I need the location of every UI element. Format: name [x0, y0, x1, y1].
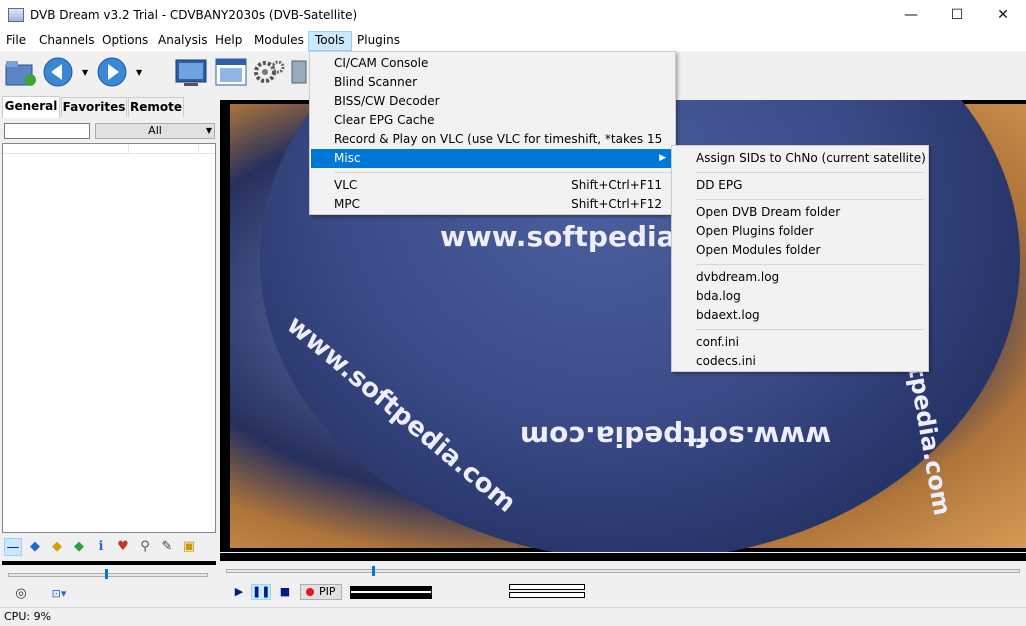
column-header[interactable] — [129, 144, 199, 154]
note-icon[interactable]: ▣ — [180, 538, 198, 556]
diamond-yellow-icon[interactable]: ◆ — [48, 538, 66, 556]
menu-channels[interactable]: Channels — [33, 31, 101, 51]
menu-item-clear-epg-cache[interactable]: Clear EPG Cache — [311, 111, 674, 130]
window-icon[interactable] — [214, 55, 248, 89]
timeline-slider-thumb[interactable] — [372, 566, 375, 576]
menu-item-dvbdream-log[interactable]: dvbdream.log — [673, 268, 927, 287]
menu-item-ci-cam-console[interactable]: CI/CAM Console — [311, 54, 674, 73]
stop-icon[interactable]: ■ — [275, 584, 295, 600]
tool-icon[interactable] — [290, 55, 308, 89]
edit-icon[interactable]: ✎ — [158, 538, 176, 556]
volume-slider-thumb[interactable] — [105, 569, 108, 579]
menu-item-bdaext-log[interactable]: bdaext.log — [673, 306, 927, 325]
video-seekbar[interactable] — [220, 553, 1026, 561]
menu-separator — [696, 329, 924, 330]
menu-item-biss-decoder[interactable]: BISS/CW Decoder — [311, 92, 674, 111]
menu-tools[interactable]: Tools — [308, 31, 352, 51]
open-channels-icon[interactable] — [4, 55, 38, 89]
diamond-blue-icon[interactable]: ◆ — [26, 538, 44, 556]
menu-item-record-play-vlc[interactable]: Record & Play on VLC (use VLC for timesh… — [311, 130, 674, 165]
menu-analysis[interactable]: Analysis — [152, 31, 213, 51]
channel-filter-select[interactable]: All ▼ — [95, 123, 215, 139]
tab-remote[interactable]: Remote — [128, 97, 184, 117]
heart-icon[interactable]: ♥ — [114, 538, 132, 556]
pause-icon[interactable]: ❚❚ — [251, 584, 271, 600]
bike-icon[interactable]: ⚲ — [136, 538, 154, 556]
menu-item-open-plugins-folder[interactable]: Open Plugins folder — [673, 222, 927, 241]
channel-icon-toolbar: — ◆ ◆ ◆ ℹ ♥ ⚲ ✎ ▣ — [2, 535, 216, 559]
diamond-green-icon[interactable]: ◆ — [70, 538, 88, 556]
menu-options[interactable]: Options — [96, 31, 154, 51]
record-icon — [306, 588, 314, 596]
menu-help[interactable]: Help — [209, 31, 248, 51]
panel-divider — [2, 561, 216, 565]
settings-gear-icon[interactable] — [252, 55, 286, 89]
menu-item-conf-ini[interactable]: conf.ini — [673, 333, 927, 352]
level-meter-box — [509, 584, 585, 590]
maximize-button[interactable]: ☐ — [934, 0, 980, 31]
pip-button[interactable]: PIP — [300, 584, 342, 600]
menu-item-blind-scanner[interactable]: Blind Scanner — [311, 73, 674, 92]
channel-filter-input[interactable] — [4, 123, 90, 139]
info-icon[interactable]: ℹ — [92, 538, 110, 556]
menu-modules[interactable]: Modules — [248, 31, 310, 51]
screen-mode-icon[interactable]: ⊡▾ — [44, 585, 74, 603]
window-title: DVB Dream v3.2 Trial - CDVBANY2030s (DVB… — [30, 8, 358, 22]
signal-meter-level — [351, 587, 431, 591]
menu-separator — [334, 172, 672, 173]
misc-submenu: Assign SIDs to ChNo (current satellite) … — [671, 145, 929, 372]
quality-meter-level — [351, 593, 431, 598]
forward-icon[interactable] — [96, 55, 130, 89]
back-dropdown-icon[interactable]: ▼ — [82, 68, 90, 77]
menu-item-dd-epg[interactable]: DD EPG — [673, 176, 927, 195]
tools-menu: CI/CAM Console Blind Scanner BISS/CW Dec… — [309, 51, 676, 215]
channel-panel: General Favorites Remote All ▼ — ◆ ◆ ◆ ℹ… — [0, 95, 218, 607]
channel-filter-value: All — [148, 124, 162, 137]
forward-dropdown-icon[interactable]: ▼ — [136, 68, 144, 77]
menu-item-open-modules-folder[interactable]: Open Modules folder — [673, 241, 927, 260]
menu-separator — [696, 172, 924, 173]
column-header[interactable] — [3, 144, 129, 154]
minimize-button[interactable]: — — [888, 0, 934, 31]
menu-item-mpc[interactable]: MPC Shift+Ctrl+F12 — [311, 195, 674, 214]
channel-list-header — [3, 144, 215, 154]
level-meter-box — [509, 592, 585, 598]
menu-item-vlc[interactable]: VLC Shift+Ctrl+F11 — [311, 176, 674, 195]
menu-bar: File Channels Options Analysis Help Modu… — [0, 31, 1026, 51]
watermark-text: www.softpedia.com — [520, 420, 832, 453]
minus-icon[interactable]: — — [4, 538, 22, 556]
back-icon[interactable] — [42, 55, 76, 89]
pip-label: PIP — [319, 585, 336, 598]
timeline-slider[interactable] — [226, 569, 1020, 573]
menu-item-codecs-ini[interactable]: codecs.ini — [673, 352, 927, 371]
submenu-arrow-icon: ▶ — [659, 153, 666, 163]
app-icon — [8, 8, 24, 22]
title-bar: DVB Dream v3.2 Trial - CDVBANY2030s (DVB… — [0, 0, 1026, 31]
play-icon[interactable]: ▶ — [229, 584, 249, 600]
tab-general[interactable]: General — [2, 96, 60, 118]
menu-item-open-dvb-dream-folder[interactable]: Open DVB Dream folder — [673, 203, 927, 222]
menu-item-bda-log[interactable]: bda.log — [673, 287, 927, 306]
cpu-status: CPU: 9% — [4, 610, 52, 623]
tab-favorites[interactable]: Favorites — [61, 97, 127, 117]
monitor-icon[interactable] — [174, 55, 208, 89]
menu-item-misc[interactable]: Misc ▶ — [311, 149, 674, 168]
status-bar: CPU: 9% — [0, 607, 1026, 626]
menu-item-assign-sids[interactable]: Assign SIDs to ChNo (current satellite) — [673, 149, 927, 168]
disc-icon[interactable]: ◎ — [12, 585, 30, 603]
menu-separator — [696, 199, 924, 200]
menu-plugins[interactable]: Plugins — [351, 31, 406, 51]
close-button[interactable]: ✕ — [980, 0, 1026, 31]
volume-slider[interactable] — [8, 573, 208, 577]
channel-list[interactable] — [2, 143, 216, 533]
menu-file[interactable]: File — [0, 31, 32, 51]
menu-separator — [696, 264, 924, 265]
chevron-down-icon: ▼ — [205, 126, 212, 135]
